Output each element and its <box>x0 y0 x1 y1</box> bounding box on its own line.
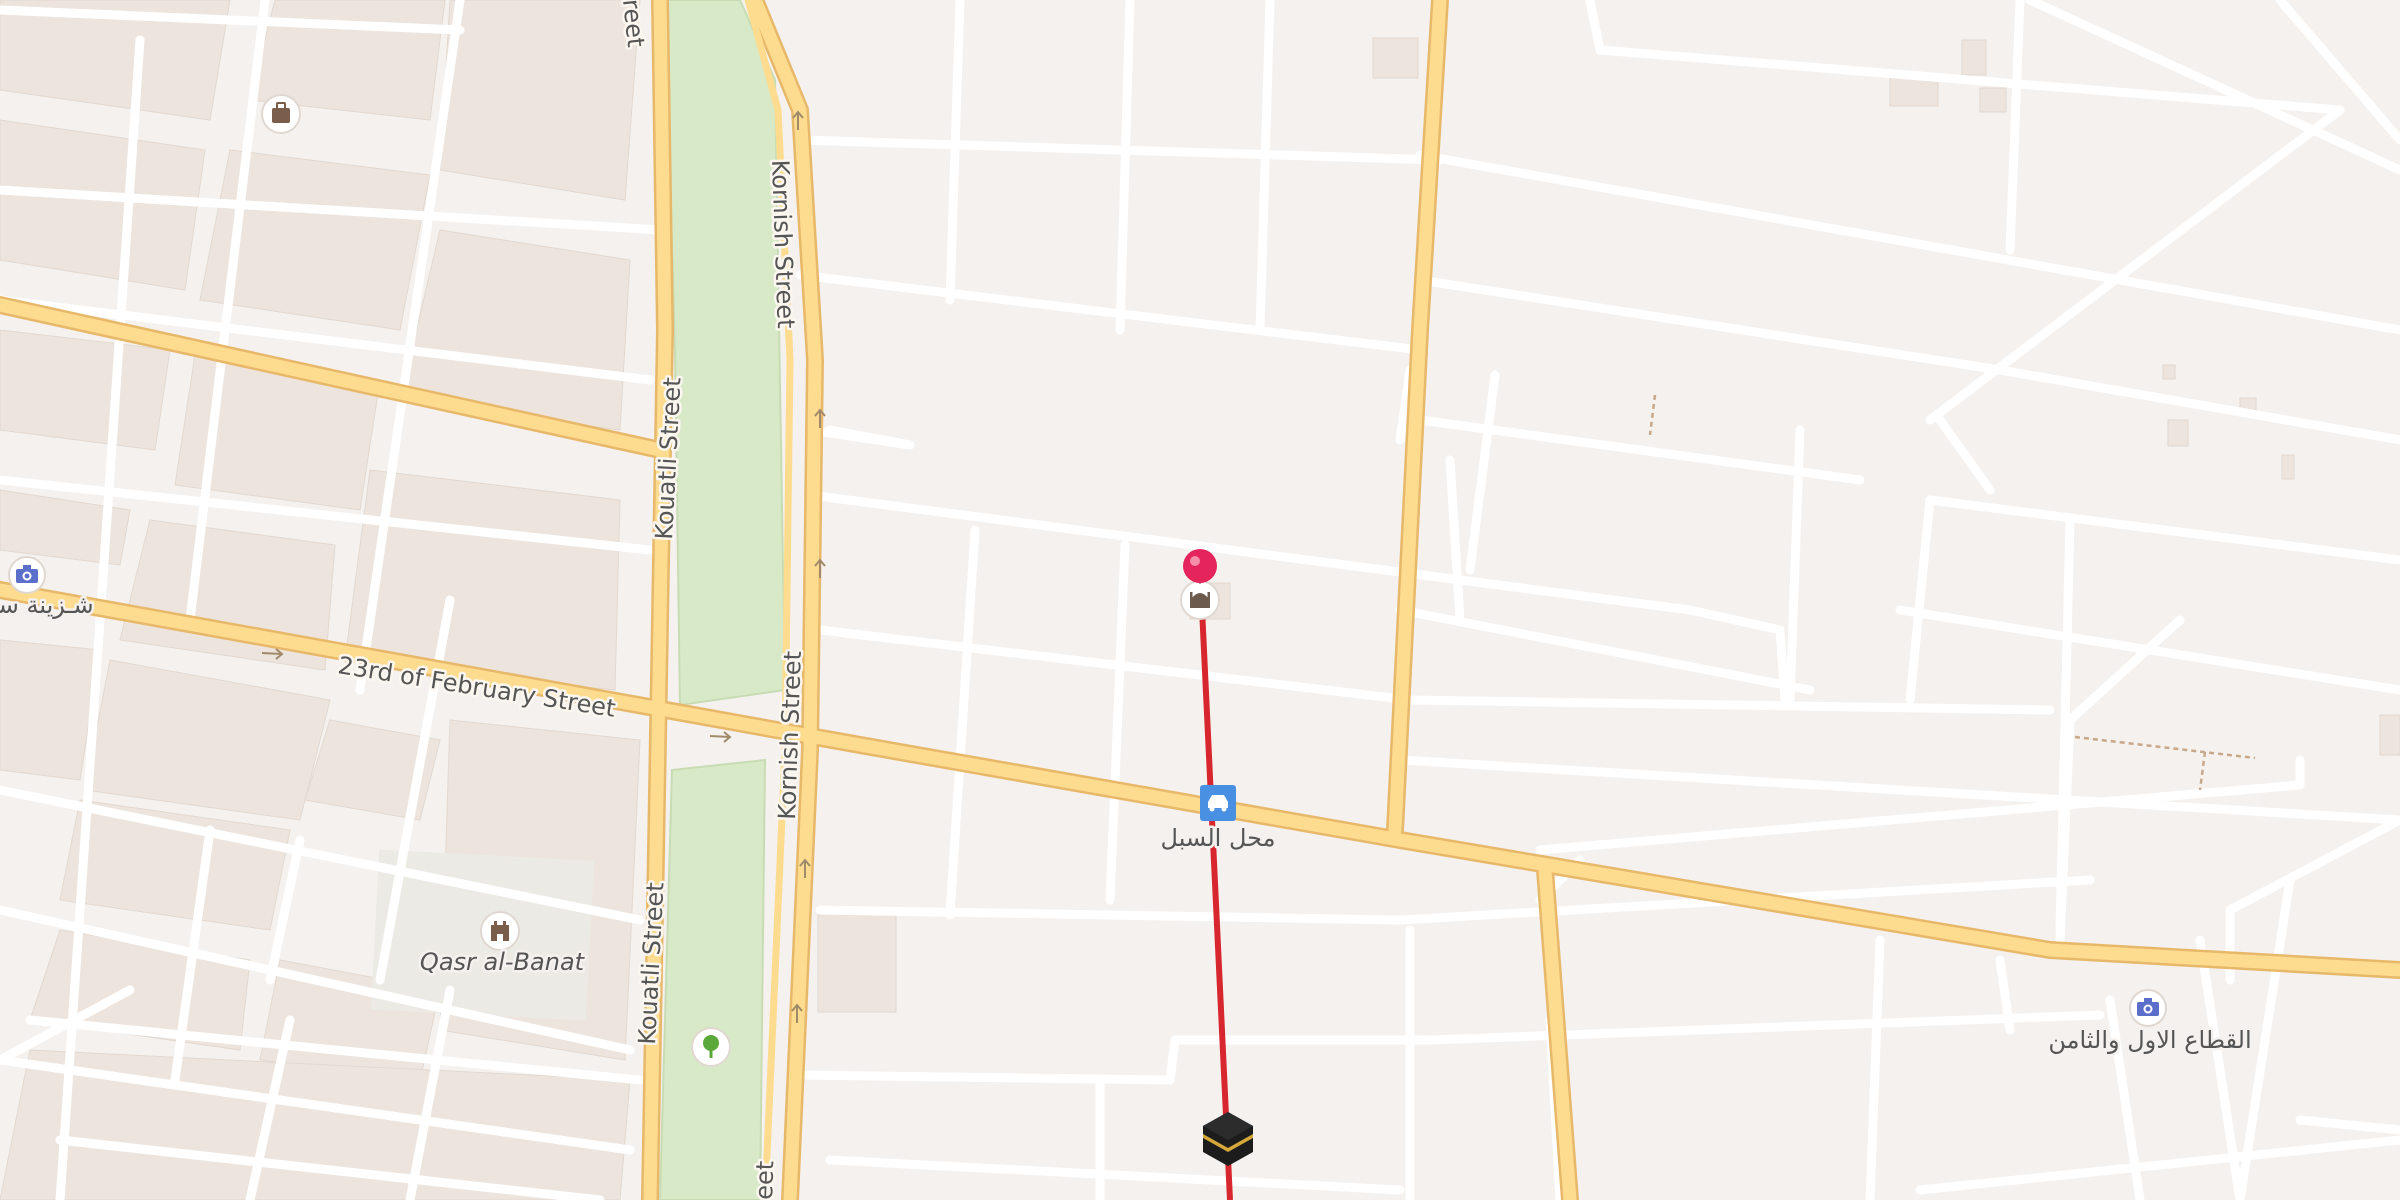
tree-icon[interactable] <box>691 1027 731 1067</box>
parking-place-label: محل السبل <box>1161 824 1276 852</box>
street-label-kornish-upper: Kornish Street <box>766 159 800 329</box>
luggage-icon[interactable] <box>261 94 301 134</box>
castle-icon[interactable] <box>480 911 520 951</box>
sector-place-label: القطاع الاول والثامن <box>2048 1026 2251 1054</box>
qasr-al-banat-label: Qasr al-Banat <box>420 948 586 976</box>
mosque-icon[interactable] <box>1180 580 1220 620</box>
camera-icon[interactable] <box>2129 989 2167 1027</box>
street-label-kornish-lower: Kornish Street <box>773 651 807 821</box>
canal-park-upper <box>663 0 787 707</box>
camera-icon[interactable] <box>8 556 46 594</box>
west-place-label: شـزينة سيارة <box>0 591 94 619</box>
car-icon[interactable] <box>1200 785 1236 821</box>
map-canvas[interactable]: Kornish Street Kornish Street eet Kouatl… <box>0 0 2400 1200</box>
street-label-kornish-bottom: eet <box>750 1160 779 1200</box>
street-label-kouatli-top: reet <box>617 0 650 49</box>
canal-park-lower <box>658 758 767 1200</box>
